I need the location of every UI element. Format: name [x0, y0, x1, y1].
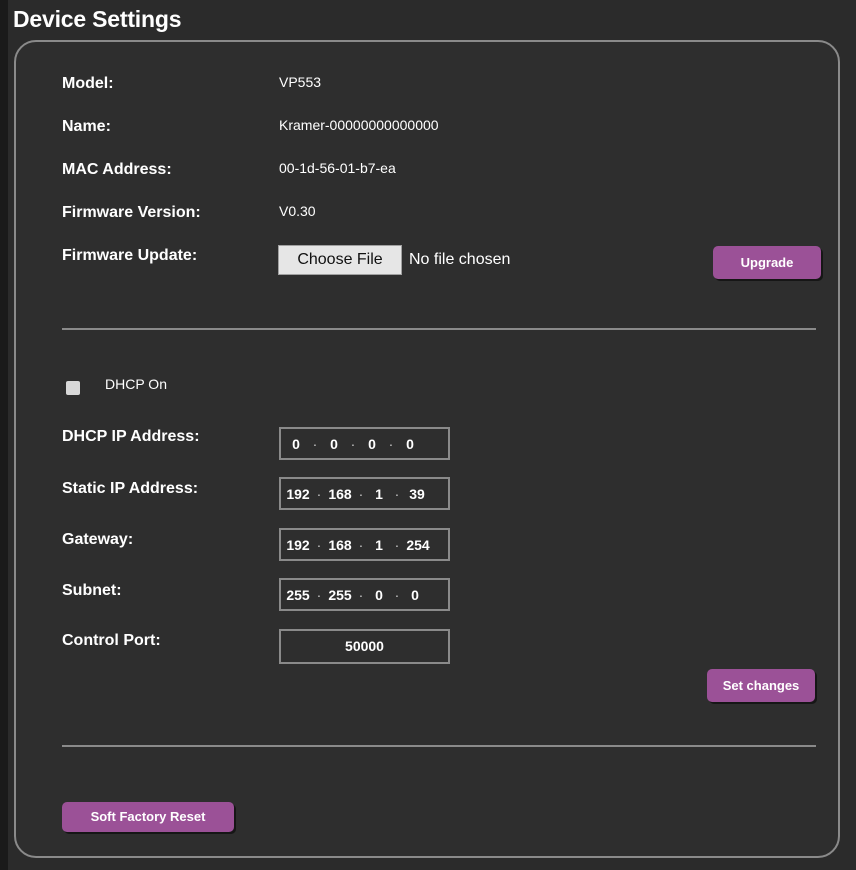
- subnet-octet-4[interactable]: 0: [404, 587, 426, 603]
- mac-address-label: MAC Address:: [62, 161, 172, 178]
- static-ip-label: Static IP Address:: [62, 480, 199, 497]
- name-label: Name:: [62, 118, 111, 135]
- ip-separator: ·: [388, 435, 394, 452]
- subnet-octet-1[interactable]: 255: [284, 587, 312, 603]
- dhcp-on-checkbox[interactable]: [66, 381, 80, 395]
- divider-top: [62, 328, 816, 330]
- static-ip-field[interactable]: 192 · 168 · 1 · 39: [279, 477, 450, 510]
- dhcp-ip-field[interactable]: 0 · 0 · 0 · 0: [279, 427, 450, 460]
- gateway-octet-3[interactable]: 1: [368, 537, 390, 553]
- ip-separator: ·: [316, 536, 322, 553]
- dhcp-ip-octet-4[interactable]: 0: [398, 436, 422, 452]
- ip-separator: ·: [312, 435, 318, 452]
- ip-separator: ·: [316, 485, 322, 502]
- firmware-update-label: Firmware Update:: [62, 247, 198, 264]
- file-status-text: No file chosen: [409, 251, 511, 268]
- upgrade-button[interactable]: Upgrade: [713, 246, 821, 279]
- left-edge-strip: [0, 0, 8, 870]
- firmware-version-label: Firmware Version:: [62, 204, 201, 221]
- gateway-label: Gateway:: [62, 531, 134, 548]
- gateway-octet-1[interactable]: 192: [284, 537, 312, 553]
- model-label: Model:: [62, 75, 114, 92]
- control-port-label: Control Port:: [62, 632, 161, 649]
- ip-separator: ·: [358, 536, 364, 553]
- dhcp-on-label: DHCP On: [105, 376, 167, 392]
- dhcp-ip-octet-1[interactable]: 0: [284, 436, 308, 452]
- ip-separator: ·: [394, 485, 400, 502]
- mac-address-value: 00-1d-56-01-b7-ea: [279, 160, 396, 176]
- page-title: Device Settings: [13, 6, 182, 32]
- ip-separator: ·: [394, 536, 400, 553]
- subnet-octet-2[interactable]: 255: [326, 587, 354, 603]
- subnet-label: Subnet:: [62, 582, 122, 599]
- dhcp-ip-octet-3[interactable]: 0: [360, 436, 384, 452]
- ip-separator: ·: [316, 586, 322, 603]
- divider-bottom: [62, 745, 816, 747]
- dhcp-ip-label: DHCP IP Address:: [62, 428, 200, 445]
- model-value: VP553: [279, 74, 322, 90]
- subnet-field[interactable]: 255 · 255 · 0 · 0: [279, 578, 450, 611]
- soft-factory-reset-button[interactable]: Soft Factory Reset: [62, 802, 234, 832]
- gateway-octet-2[interactable]: 168: [326, 537, 354, 553]
- ip-separator: ·: [394, 586, 400, 603]
- set-changes-button[interactable]: Set changes: [707, 669, 815, 702]
- dhcp-ip-octet-2[interactable]: 0: [322, 436, 346, 452]
- control-port-field[interactable]: 50000: [279, 629, 450, 664]
- subnet-octet-3[interactable]: 0: [368, 587, 390, 603]
- firmware-version-value: V0.30: [279, 203, 316, 219]
- choose-file-button[interactable]: Choose File: [278, 245, 402, 275]
- gateway-octet-4[interactable]: 254: [404, 537, 432, 553]
- static-ip-octet-2[interactable]: 168: [326, 486, 354, 502]
- gateway-field[interactable]: 192 · 168 · 1 · 254: [279, 528, 450, 561]
- ip-separator: ·: [350, 435, 356, 452]
- static-ip-octet-3[interactable]: 1: [368, 486, 390, 502]
- static-ip-octet-1[interactable]: 192: [284, 486, 312, 502]
- ip-separator: ·: [358, 485, 364, 502]
- name-value: Kramer-00000000000000: [279, 117, 439, 133]
- ip-separator: ·: [358, 586, 364, 603]
- static-ip-octet-4[interactable]: 39: [404, 486, 430, 502]
